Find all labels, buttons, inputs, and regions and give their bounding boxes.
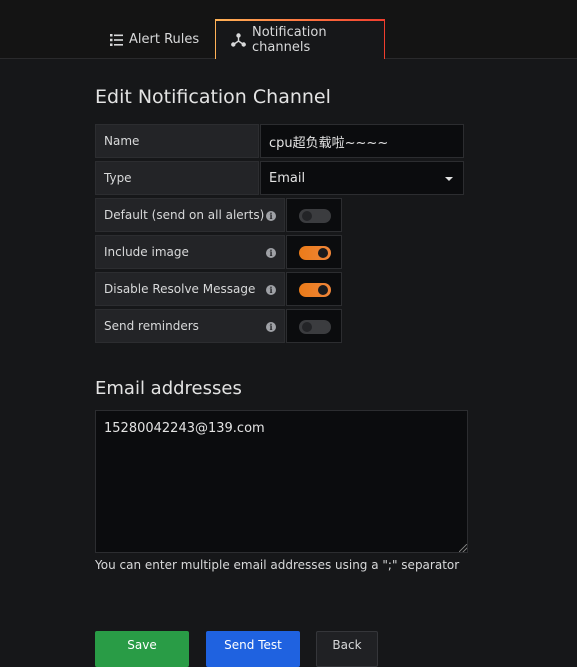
resize-handle-icon[interactable] [459, 544, 467, 552]
info-icon[interactable]: i [266, 285, 276, 295]
tab-notification-channels-label: Notification channels [252, 25, 327, 55]
include-image-toggle[interactable] [299, 246, 331, 260]
caret-down-icon [445, 177, 453, 181]
save-button[interactable]: Save [95, 631, 189, 667]
default-label: Default (send on all alerts) i [95, 198, 285, 232]
info-icon[interactable]: i [266, 248, 276, 258]
default-toggle-cell [286, 198, 342, 232]
tab-alert-rules[interactable]: Alert Rules [110, 20, 199, 59]
include-image-label: Include image i [95, 235, 285, 269]
page-header: Alert Rules Notification channels [0, 0, 577, 59]
default-row: Default (send on all alerts) i [95, 198, 343, 232]
list-icon [110, 33, 123, 46]
disable-resolve-label: Disable Resolve Message i [95, 272, 285, 306]
tab-notification-channels[interactable]: Notification channels [215, 19, 385, 59]
type-select-value: Email [269, 170, 306, 186]
send-reminders-row: Send reminders i [95, 309, 343, 343]
disable-resolve-toggle[interactable] [299, 283, 331, 297]
include-image-label-text: Include image [104, 245, 189, 259]
default-label-text: Default (send on all alerts) [104, 208, 265, 222]
send-test-button[interactable]: Send Test [206, 631, 300, 667]
send-reminders-label-text: Send reminders [104, 319, 199, 333]
default-toggle[interactable] [299, 209, 331, 223]
name-label: Name [95, 124, 259, 158]
disable-resolve-toggle-cell [286, 272, 342, 306]
send-reminders-toggle[interactable] [299, 320, 331, 334]
name-input[interactable]: cpu超负载啦~~~~ [260, 124, 464, 158]
name-row: Name cpu超负载啦~~~~ [95, 124, 465, 158]
type-row: Type Email [95, 161, 465, 195]
send-reminders-toggle-cell [286, 309, 342, 343]
toggle-knob [302, 322, 312, 332]
email-addresses-input[interactable] [95, 410, 468, 553]
toggle-knob [318, 285, 328, 295]
toggle-knob [302, 211, 312, 221]
email-help-text: You can enter multiple email addresses u… [95, 558, 460, 572]
share-nodes-icon [231, 33, 246, 47]
back-button[interactable]: Back [316, 631, 378, 667]
type-select[interactable]: Email [260, 161, 464, 195]
info-icon[interactable]: i [266, 211, 276, 221]
page-title: Edit Notification Channel [95, 86, 331, 108]
email-section-title: Email addresses [95, 378, 242, 399]
include-image-row: Include image i [95, 235, 343, 269]
disable-resolve-row: Disable Resolve Message i [95, 272, 343, 306]
toggle-knob [318, 248, 328, 258]
include-image-toggle-cell [286, 235, 342, 269]
tab-alert-rules-label: Alert Rules [129, 32, 200, 47]
disable-resolve-label-text: Disable Resolve Message [104, 282, 256, 296]
send-reminders-label: Send reminders i [95, 309, 285, 343]
info-icon[interactable]: i [266, 322, 276, 332]
type-label: Type [95, 161, 259, 195]
